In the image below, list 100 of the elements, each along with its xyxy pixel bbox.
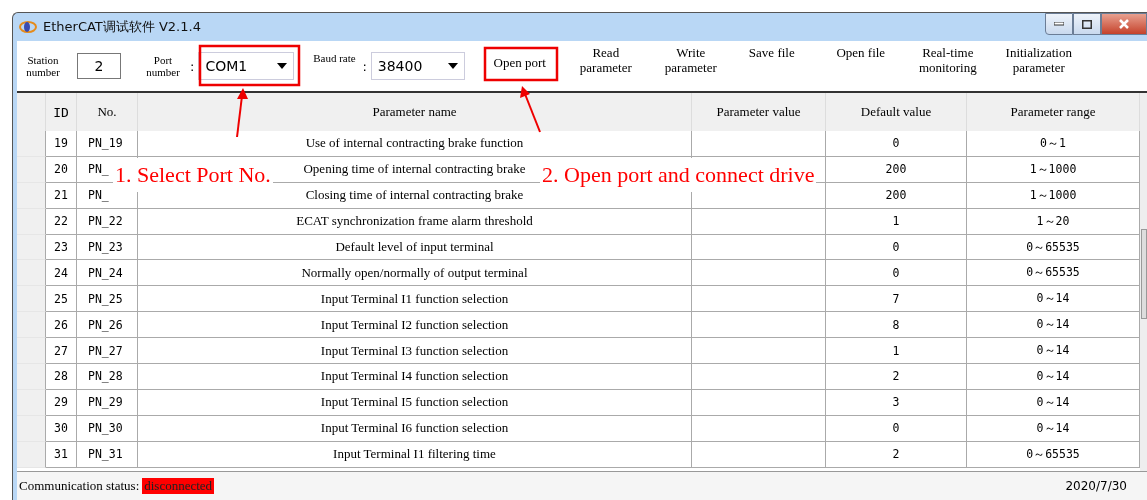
vertical-scrollbar[interactable] — [1140, 93, 1147, 471]
column-header[interactable]: Parameter value — [692, 93, 826, 131]
table-cell: 0～14 — [967, 312, 1140, 339]
table-cell: PN_26 — [77, 312, 138, 339]
row-header[interactable] — [17, 182, 46, 209]
app-logo-icon — [19, 20, 37, 34]
row-header[interactable] — [17, 441, 46, 468]
table-cell: 7 — [826, 286, 967, 313]
table-cell: Input Terminal I3 function selection — [138, 338, 692, 364]
toolbar-button[interactable]: Initialization parameter — [988, 45, 1089, 75]
corner-header — [17, 93, 46, 131]
table-cell: 29 — [46, 389, 77, 416]
table-cell: 0 — [826, 260, 967, 287]
port-number-dropdown[interactable]: COM1 — [198, 52, 295, 80]
baud-rate-dropdown[interactable]: 38400 — [370, 52, 465, 80]
annotation-arrow — [236, 88, 248, 138]
colon-label: : — [362, 58, 367, 74]
column-header[interactable]: Default value — [826, 93, 967, 131]
colon-label: : — [190, 58, 195, 74]
table-cell: 26 — [46, 312, 77, 339]
column-header[interactable]: No. — [77, 93, 138, 131]
table-cell: PN_31 — [77, 441, 138, 468]
table-cell: 1 — [826, 208, 967, 235]
table-cell: PN_29 — [77, 389, 138, 416]
table-cell: PN_30 — [77, 415, 138, 442]
table-cell: Normally open/normally of output terminal — [138, 260, 692, 287]
table-cell: 1～1000 — [967, 156, 1140, 183]
port-number-label: Port number — [145, 54, 181, 78]
table-cell: 19 — [46, 131, 77, 157]
table-cell: PN_25 — [77, 286, 138, 313]
table-cell: 21 — [46, 182, 77, 209]
table-cell: 2 — [826, 441, 967, 468]
table-cell: 2 — [826, 364, 967, 390]
dropdown-caret-icon — [277, 63, 288, 69]
window-title: EtherCAT调试软件 V2.1.4 — [43, 18, 201, 36]
table-cell: 31 — [46, 441, 77, 468]
row-header[interactable] — [17, 338, 46, 364]
table-cell: PN_28 — [77, 364, 138, 390]
row-header[interactable] — [17, 415, 46, 442]
table-cell: 30 — [46, 415, 77, 442]
toolbar-button[interactable]: Real-time monitoring — [906, 45, 989, 75]
table-cell: PN_22 — [77, 208, 138, 235]
table-cell: 0 — [826, 131, 967, 157]
table-cell: 0～14 — [967, 389, 1140, 416]
row-header[interactable] — [17, 364, 46, 390]
station-number-label: Station number — [25, 54, 61, 78]
table-cell: 0～14 — [967, 415, 1140, 442]
table-cell: PN_24 — [77, 260, 138, 287]
table-cell: Input Terminal I1 filtering time — [138, 441, 692, 468]
table-cell: Input Terminal I6 function selection — [138, 415, 692, 442]
toolbar-button[interactable]: Write parameter — [652, 45, 729, 75]
station-number-field[interactable]: 2 — [77, 53, 121, 79]
table-cell: 22 — [46, 208, 77, 235]
table-cell: 0 — [826, 234, 967, 261]
dropdown-caret-icon — [447, 63, 458, 69]
table-cell: 25 — [46, 286, 77, 313]
status-label: Communication status: — [19, 478, 140, 494]
toolbar-button[interactable]: Read parameter — [572, 45, 639, 75]
table-cell: Input Terminal I1 function selection — [138, 286, 692, 313]
row-header[interactable] — [17, 312, 46, 339]
table-cell: 3 — [826, 389, 967, 416]
table-cell: 0～14 — [967, 364, 1140, 390]
table-cell: 1～20 — [967, 208, 1140, 235]
minimize-button[interactable] — [1045, 13, 1073, 35]
table-cell: PN_19 — [77, 131, 138, 157]
annotation-text: 1. Select Port No. — [113, 158, 273, 192]
table-cell: 24 — [46, 260, 77, 287]
table-cell: 0 — [826, 415, 967, 442]
row-header[interactable] — [17, 156, 46, 183]
table-cell: 0～65535 — [967, 234, 1140, 261]
row-header[interactable] — [17, 389, 46, 416]
row-header[interactable] — [17, 260, 46, 287]
table-cell: 0～14 — [967, 286, 1140, 313]
annotation-arrow — [520, 86, 541, 133]
row-header[interactable] — [17, 234, 46, 261]
table-cell: Use of internal contracting brake function — [138, 131, 692, 157]
table-cell: Input Terminal I5 function selection — [138, 389, 692, 416]
table-cell: PN_23 — [77, 234, 138, 261]
row-header[interactable] — [17, 286, 46, 313]
column-header[interactable]: Parameter range — [967, 93, 1140, 131]
toolbar-button[interactable]: Save file — [738, 45, 805, 60]
table-cell: 0～65535 — [967, 260, 1140, 287]
column-header[interactable]: ID — [46, 93, 77, 131]
toolbar-button[interactable]: Open file — [826, 45, 895, 60]
close-button[interactable] — [1101, 13, 1147, 35]
date-label: 2020/7/30 — [1065, 479, 1127, 493]
baud-rate-label: Baud rate — [312, 52, 357, 64]
column-header[interactable]: Parameter name — [138, 93, 692, 131]
table-cell: 8 — [826, 312, 967, 339]
toolbar-button[interactable]: Open port — [482, 55, 557, 70]
table-cell: Default level of input terminal — [138, 234, 692, 261]
table-cell: 0～14 — [967, 338, 1140, 364]
close-icon — [1119, 19, 1129, 29]
table-cell: ECAT synchronization frame alarm threshold — [138, 208, 692, 235]
maximize-button[interactable] — [1073, 13, 1101, 35]
row-header[interactable] — [17, 131, 46, 157]
table-cell: 200 — [826, 156, 967, 183]
table-cell: 1～1000 — [967, 182, 1140, 209]
row-header[interactable] — [17, 208, 46, 235]
table-cell: 200 — [826, 182, 967, 209]
